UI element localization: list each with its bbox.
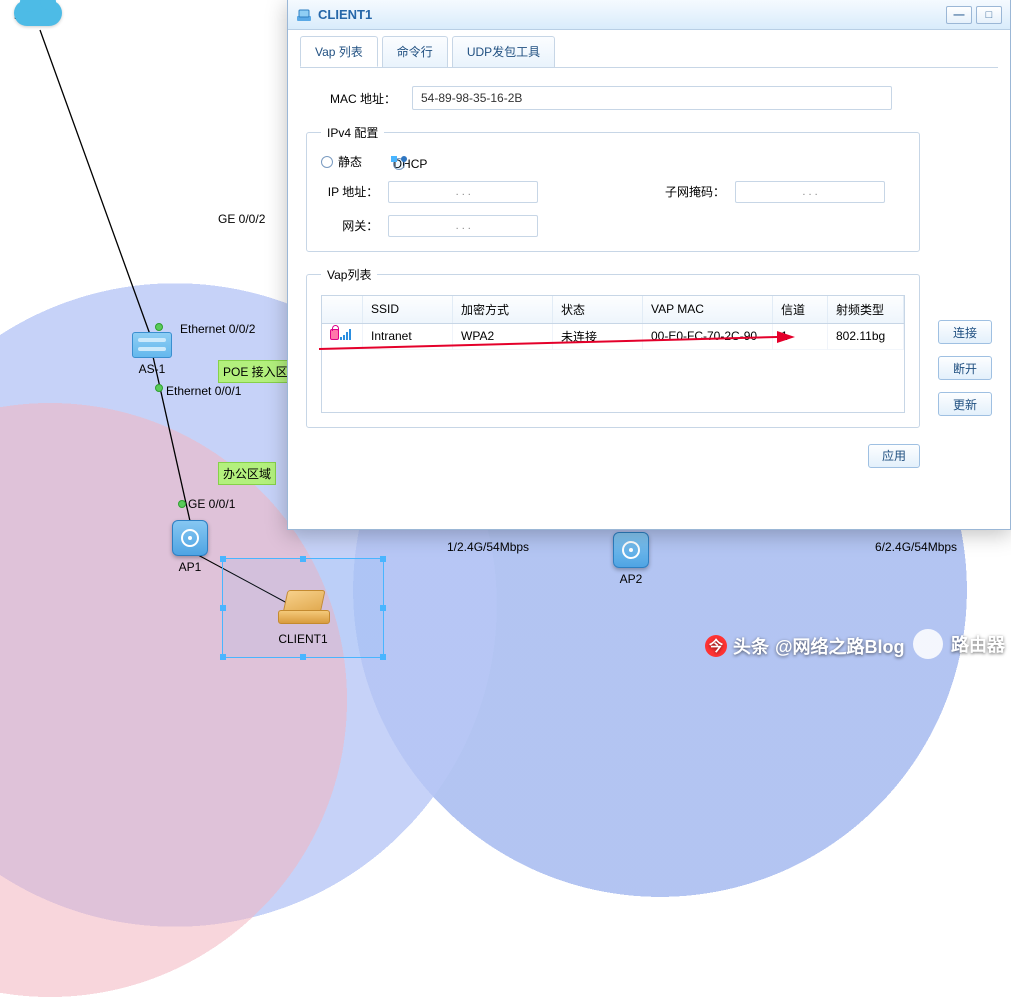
watermark-right: 路由器 (913, 629, 1005, 659)
tab-bar: Vap 列表 命令行 UDP发包工具 (288, 30, 1010, 67)
vap-list-fieldset: Vap列表 SSID 加密方式 状态 VAP MAC 信道 射频类型 (306, 266, 920, 428)
cell-vapmac: 00-E0-FC-70-2C-90 (643, 323, 773, 349)
port-dot (155, 323, 163, 331)
cell-ssid: Intranet (363, 323, 453, 349)
col-icon[interactable] (322, 296, 363, 324)
cell-enc: WPA2 (453, 323, 553, 349)
titlebar[interactable]: CLIENT1 — □ (288, 0, 1010, 30)
laptop-icon (278, 590, 328, 624)
window-title: CLIENT1 (318, 7, 372, 22)
ipv4-legend: IPv4 配置 (321, 124, 384, 141)
cell-chan: 1 (773, 323, 828, 349)
mac-label: MAC 地址： (306, 90, 396, 107)
link-label-eth001: Ethernet 0/0/1 (166, 384, 241, 398)
watermark-left: 今 头条 @网络之路Blog (705, 633, 905, 659)
mac-input[interactable] (412, 86, 892, 110)
switch-label: AS-1 (132, 362, 172, 376)
toutiao-icon: 今 (705, 635, 727, 657)
vap-table[interactable]: SSID 加密方式 状态 VAP MAC 信道 射频类型 Intranet WP (322, 296, 904, 350)
vap-list-legend: Vap列表 (321, 266, 377, 283)
link-label-ge001: GE 0/0/1 (188, 497, 235, 511)
ip-input[interactable]: . . . (388, 181, 538, 203)
vap-table-wrap: SSID 加密方式 状态 VAP MAC 信道 射频类型 Intranet WP (321, 295, 905, 413)
mask-input[interactable]: . . . (735, 181, 885, 203)
cell-radio: 802.11bg (828, 323, 904, 349)
gw-input[interactable]: . . . (388, 215, 538, 237)
switch-icon (132, 332, 172, 358)
refresh-button[interactable]: 更新 (938, 392, 992, 416)
apply-button[interactable]: 应用 (868, 444, 920, 468)
radio-dhcp[interactable]: DHCP (393, 157, 427, 171)
mask-label: 子网掩码： (658, 183, 725, 200)
minimize-button[interactable]: — (946, 6, 972, 24)
client1-window: CLIENT1 — □ Vap 列表 命令行 UDP发包工具 MAC 地址： I… (287, 0, 1011, 530)
band-label-2: 6/2.4G/54Mbps (875, 540, 957, 554)
link-label-ge002: GE 0/0/2 (218, 212, 265, 226)
col-vapmac[interactable]: VAP MAC (643, 296, 773, 324)
ip-label: IP 地址： (321, 183, 378, 200)
ap1-node[interactable]: AP1 (172, 520, 208, 574)
col-enc[interactable]: 加密方式 (453, 296, 553, 324)
tag-office: 办公区域 (218, 462, 276, 485)
col-radio[interactable]: 射频类型 (828, 296, 904, 324)
switch-as1[interactable]: AS-1 (132, 332, 172, 376)
client1-label: CLIENT1 (278, 632, 328, 646)
col-state[interactable]: 状态 (553, 296, 643, 324)
ap2-label: AP2 (613, 572, 649, 586)
port-dot (155, 384, 163, 392)
cell-state: 未连接 (553, 323, 643, 349)
tab-udp[interactable]: UDP发包工具 (452, 36, 555, 67)
link-label-eth002: Ethernet 0/0/2 (180, 322, 255, 336)
brand-circle-icon (913, 629, 943, 659)
tab-vap-list[interactable]: Vap 列表 (300, 36, 378, 67)
tag-poe: POE 接入区 (218, 360, 293, 383)
ap-icon (172, 520, 208, 556)
window-icon (296, 7, 312, 23)
client1-node[interactable]: CLIENT1 (278, 590, 328, 646)
ap-icon (613, 532, 649, 568)
col-chan[interactable]: 信道 (773, 296, 828, 324)
ipv4-fieldset: IPv4 配置 静态 DHCP IP 地址： . . . 子网掩码： . . .… (306, 124, 920, 252)
connect-button[interactable]: 连接 (938, 320, 992, 344)
disconnect-button[interactable]: 断开 (938, 356, 992, 380)
cloud-icon (14, 0, 62, 26)
port-dot (178, 500, 186, 508)
tab-cli[interactable]: 命令行 (382, 36, 448, 67)
band-label-1: 1/2.4G/54Mbps (447, 540, 529, 554)
maximize-button[interactable]: □ (976, 6, 1002, 24)
radio-static[interactable]: 静态 (321, 153, 362, 170)
internet-node[interactable]: internet (14, 0, 54, 22)
ap2-node[interactable]: AP2 (613, 532, 649, 586)
gw-label: 网关： (321, 217, 378, 234)
col-ssid[interactable]: SSID (363, 296, 453, 324)
lock-signal-icon (330, 329, 351, 340)
table-row[interactable]: Intranet WPA2 未连接 00-E0-FC-70-2C-90 1 80… (322, 323, 904, 349)
ap1-label: AP1 (172, 560, 208, 574)
